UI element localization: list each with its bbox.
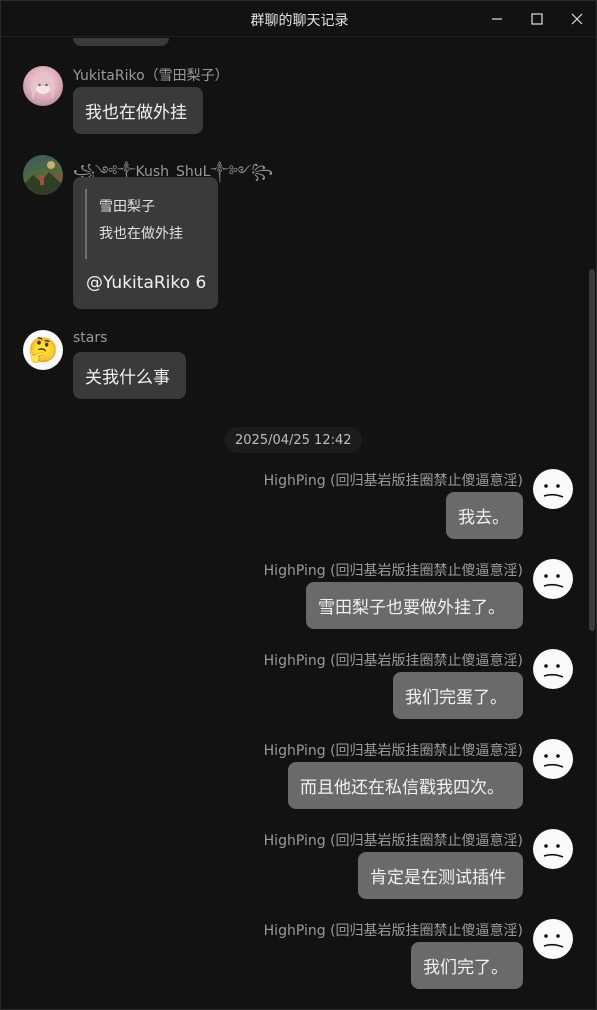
meh-face-icon xyxy=(543,484,564,498)
maximize-button[interactable] xyxy=(523,7,551,31)
message-text: @YukitaRiko 6 xyxy=(86,273,207,293)
message-list[interactable]: YukitaRiko（雪田梨子） 我也在做外挂 ꧁༺༒Kush_ShuL༒༻꧂ … xyxy=(1,38,596,1009)
title-bar: 群聊的聊天记录 xyxy=(1,1,596,37)
message-bubble[interactable]: 而且他还在私信戳我四次。 xyxy=(288,762,523,809)
quote-text: 我也在做外挂 xyxy=(99,226,183,242)
landscape-avatar-icon xyxy=(23,161,63,195)
avatar-highping[interactable] xyxy=(533,739,573,779)
sender-name: HighPing (回归基岩版挂圈禁止傻逼意淫) xyxy=(263,653,523,669)
chat-history-window: 群聊的聊天记录 YukitaRiko（雪田梨子） 我也在做外挂 ꧁༺༒Kush_… xyxy=(0,0,597,1010)
timestamp-divider: 2025/04/25 12:42 xyxy=(225,427,362,453)
avatar-highping[interactable] xyxy=(533,919,573,959)
meh-face-icon xyxy=(543,934,564,948)
avatar-stars[interactable]: 🤔 xyxy=(23,330,63,370)
quote-bar xyxy=(85,189,87,259)
sender-name: HighPing (回归基岩版挂圈禁止傻逼意淫) xyxy=(263,473,523,489)
quote-author: 雪田梨子 xyxy=(99,199,155,215)
message-bubble[interactable]: 我去。 xyxy=(446,492,523,539)
avatar-yukitariko[interactable] xyxy=(23,66,63,106)
message-bubble[interactable]: 我们完蛋了。 xyxy=(393,672,523,719)
message-bubble[interactable]: 肯定是在测试插件 xyxy=(358,852,523,899)
message-bubble[interactable]: 雪田梨子也要做外挂了。 xyxy=(306,582,523,629)
meh-face-icon xyxy=(543,574,564,588)
meh-face-icon xyxy=(543,754,564,768)
message-bubble-cutoff xyxy=(73,38,169,46)
sender-name: HighPing (回归基岩版挂圈禁止傻逼意淫) xyxy=(263,833,523,849)
maximize-icon xyxy=(531,13,543,25)
close-icon xyxy=(571,13,583,25)
minimize-button[interactable] xyxy=(483,7,511,31)
scrollbar-thumb[interactable] xyxy=(589,269,595,631)
sender-name: stars xyxy=(73,330,108,346)
thinking-face-icon: 🤔 xyxy=(28,336,58,364)
message-bubble[interactable]: 关我什么事 xyxy=(73,352,186,399)
message-bubble[interactable]: 我也在做外挂 xyxy=(73,87,203,134)
avatar-highping[interactable] xyxy=(533,829,573,869)
sender-name: HighPing (回归基岩版挂圈禁止傻逼意淫) xyxy=(263,743,523,759)
avatar-highping[interactable] xyxy=(533,559,573,599)
sender-name: HighPing (回归基岩版挂圈禁止傻逼意淫) xyxy=(263,923,523,939)
message-bubble-with-quote[interactable]: 雪田梨子 我也在做外挂 @YukitaRiko 6 xyxy=(73,177,218,309)
close-button[interactable] xyxy=(563,7,591,31)
avatar-kush-shul[interactable] xyxy=(23,155,63,195)
avatar-highping[interactable] xyxy=(533,469,573,509)
minimize-icon xyxy=(492,18,502,20)
meh-face-icon xyxy=(543,844,564,858)
avatar-highping[interactable] xyxy=(533,649,573,689)
anime-avatar-icon xyxy=(31,72,55,100)
meh-face-icon xyxy=(543,664,564,678)
sender-name: HighPing (回归基岩版挂圈禁止傻逼意淫) xyxy=(263,563,523,579)
sender-name: YukitaRiko（雪田梨子） xyxy=(73,68,229,84)
message-bubble[interactable]: 我们完了。 xyxy=(411,942,523,989)
